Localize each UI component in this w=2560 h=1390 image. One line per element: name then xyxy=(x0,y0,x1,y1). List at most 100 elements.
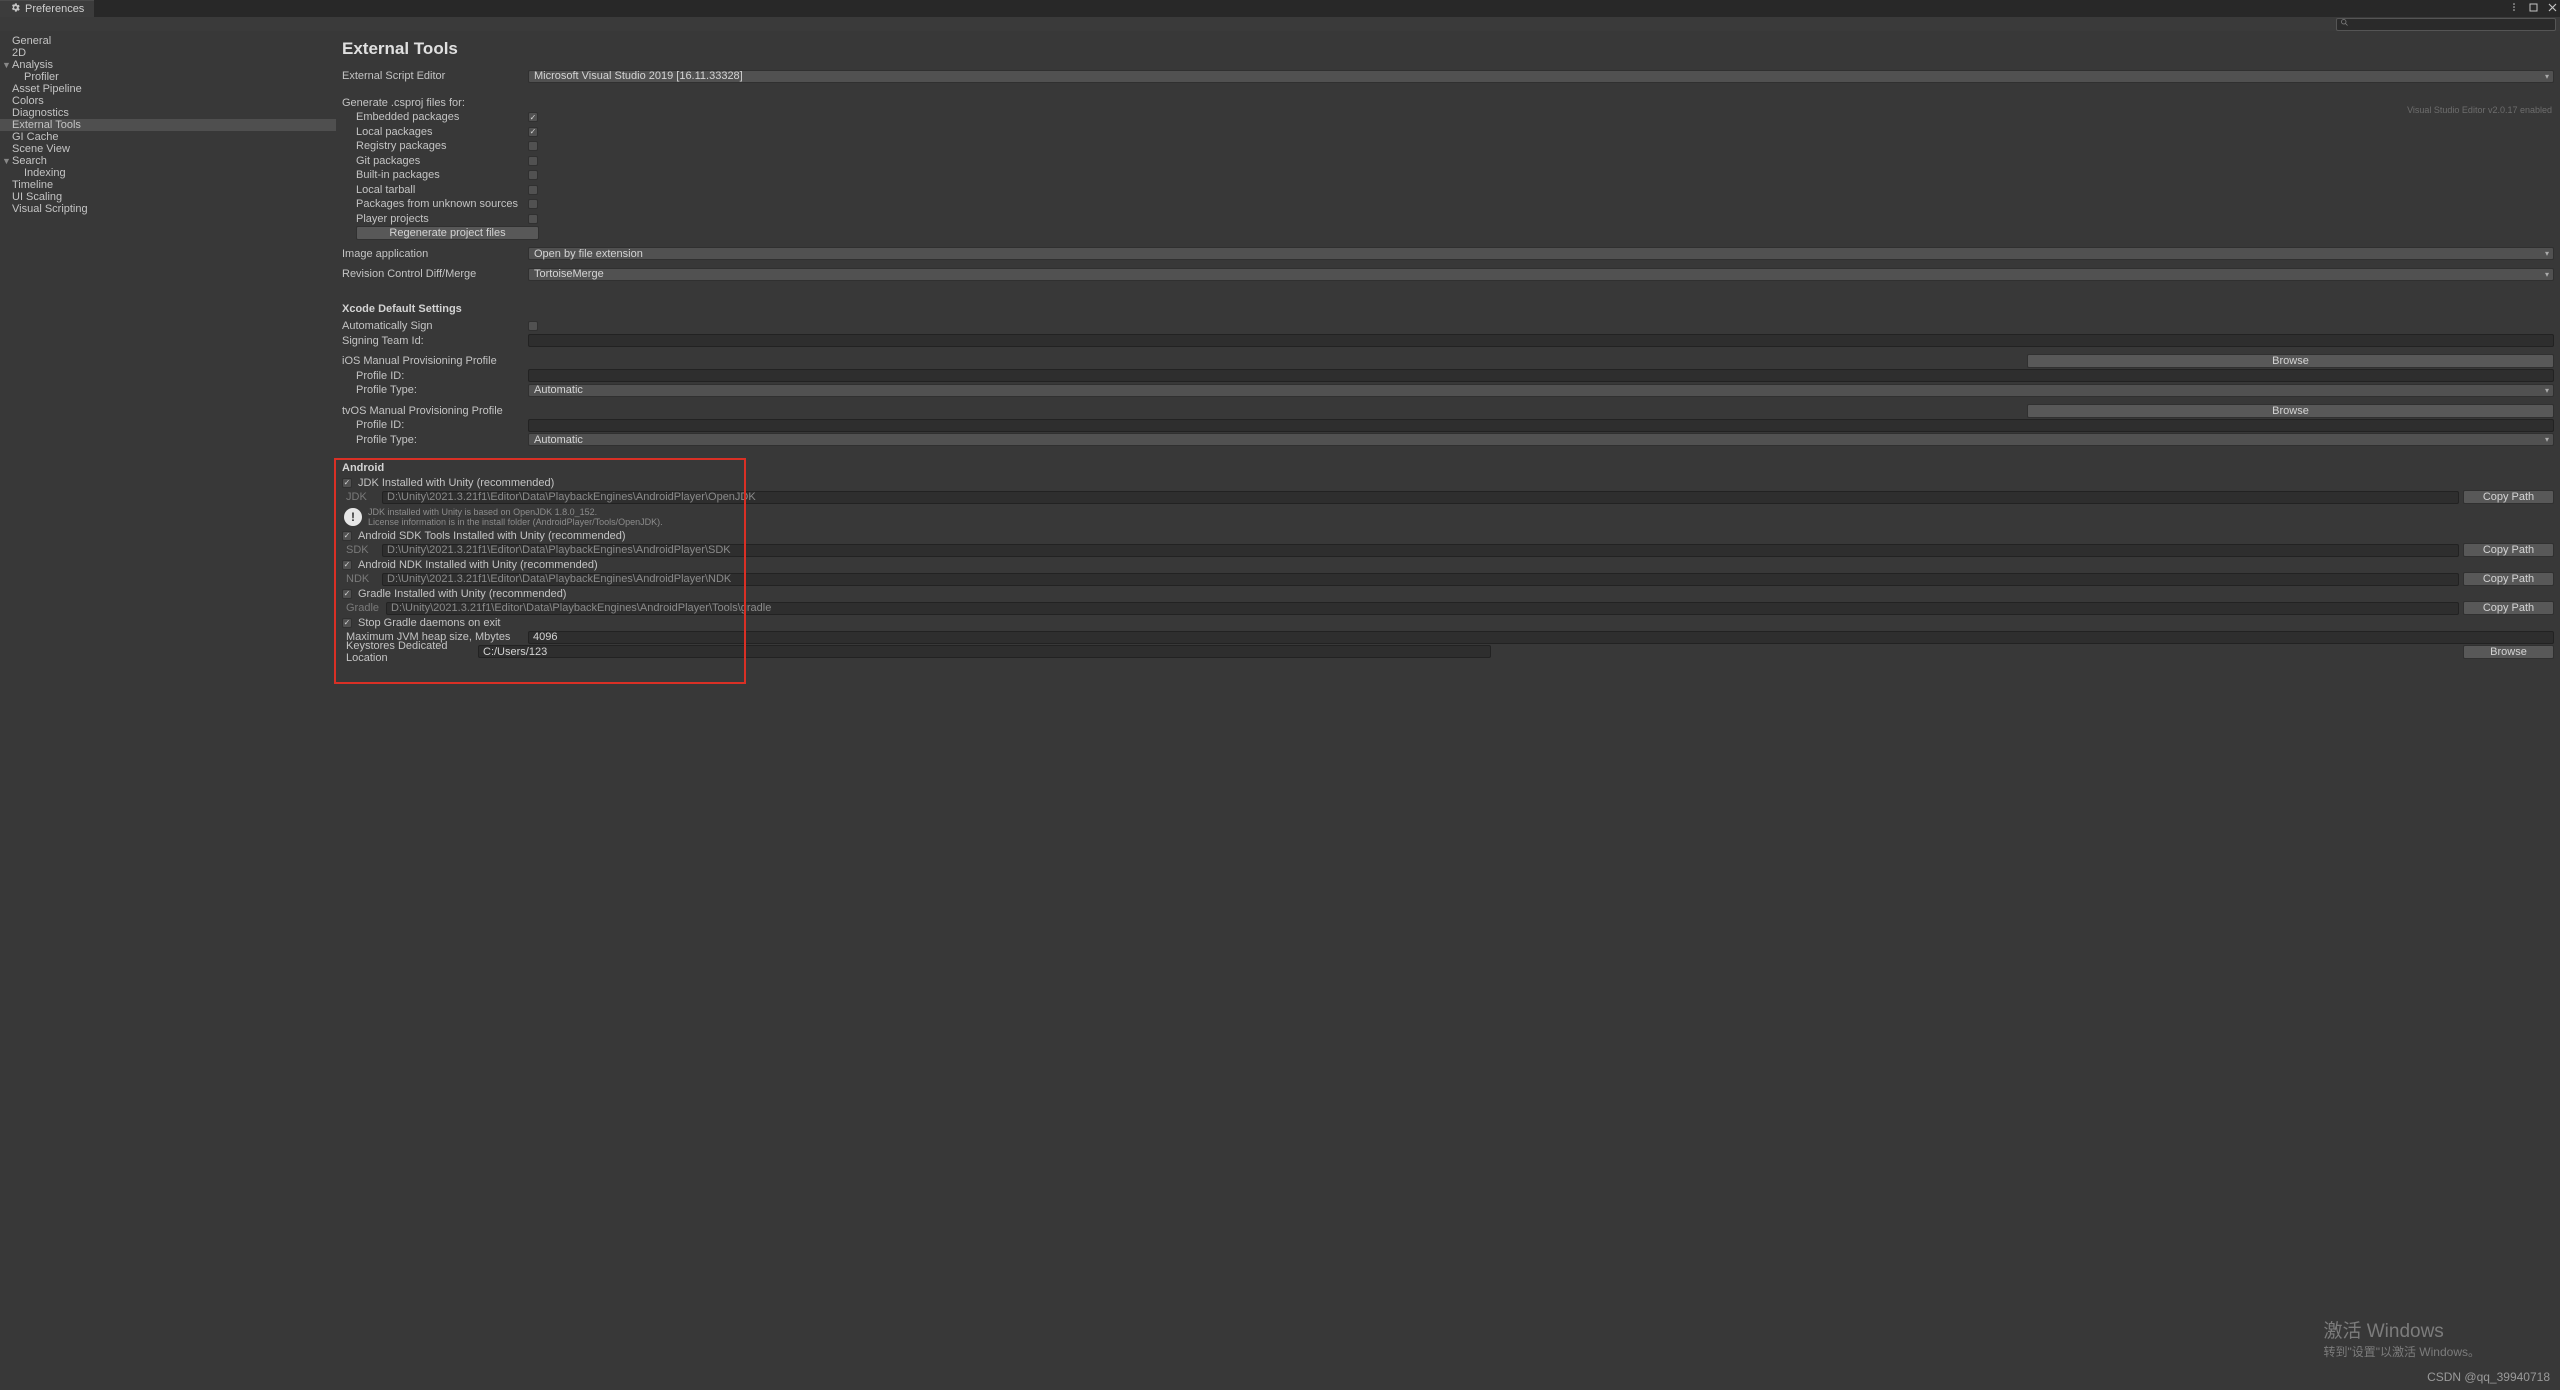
regenerate-project-files-button[interactable]: Regenerate project files xyxy=(356,226,539,240)
dropdown-script-editor[interactable]: Microsoft Visual Studio 2019 [16.11.3332… xyxy=(528,70,2554,83)
sidebar-item-label: External Tools xyxy=(12,119,81,131)
sidebar-item-profiler[interactable]: Profiler xyxy=(0,71,336,83)
windows-activation-watermark: 激活 Windows 转到"设置"以激活 Windows。 xyxy=(2323,1316,2480,1360)
checkbox-jdk[interactable]: ✓ xyxy=(342,478,352,488)
sidebar-item-label: Colors xyxy=(12,95,44,107)
label-ios-profile-type: Profile Type: xyxy=(342,384,528,396)
sidebar-item-indexing[interactable]: Indexing xyxy=(0,167,336,179)
sidebar-item-gi-cache[interactable]: GI Cache xyxy=(0,131,336,143)
jdk-info-line2: License information is in the install fo… xyxy=(368,517,663,527)
label-sdk: SDK xyxy=(342,544,382,556)
sidebar-item-asset-pipeline[interactable]: Asset Pipeline xyxy=(0,83,336,95)
dropdown-diffmerge[interactable]: TortoiseMerge ▾ xyxy=(528,268,2554,281)
field-gradle-path: D:\Unity\2021.3.21f1\Editor\Data\Playbac… xyxy=(386,602,2459,615)
dropdown-image-app[interactable]: Open by file extension ▾ xyxy=(528,247,2554,260)
field-tvos-profile-id[interactable] xyxy=(528,419,2554,432)
sidebar-item-label: 2D xyxy=(12,47,26,59)
checkbox-stop-daemons[interactable]: ✓ xyxy=(342,618,352,628)
checkbox-gradle[interactable]: ✓ xyxy=(342,589,352,599)
field-jdk-path: D:\Unity\2021.3.21f1\Editor\Data\Playbac… xyxy=(382,491,2459,504)
page-title: External Tools xyxy=(342,39,2554,59)
dropdown-value: Microsoft Visual Studio 2019 [16.11.3332… xyxy=(534,70,743,82)
browse-ios-button[interactable]: Browse xyxy=(2027,354,2554,368)
browse-tvos-button[interactable]: Browse xyxy=(2027,404,2554,418)
field-keystore[interactable]: C:/Users/123 xyxy=(478,645,1491,658)
chevron-down-icon: ▾ xyxy=(2545,270,2549,279)
label-jdk: JDK xyxy=(342,491,382,503)
label-csproj-header: Generate .csproj files for: xyxy=(342,97,528,109)
sidebar-item-external-tools[interactable]: External Tools xyxy=(0,119,336,131)
browse-keystore-button[interactable]: Browse xyxy=(2463,645,2554,659)
label-tvos-profile-id: Profile ID: xyxy=(342,419,528,431)
label-csproj-1: Local packages xyxy=(342,126,528,138)
tab-label: Preferences xyxy=(25,3,84,15)
label-diffmerge: Revision Control Diff/Merge xyxy=(342,268,528,280)
checkbox-csproj-5[interactable] xyxy=(528,185,538,195)
search-input[interactable] xyxy=(2336,18,2556,31)
dropdown-value: Automatic xyxy=(534,384,583,396)
label-jdk-chk: JDK Installed with Unity (recommended) xyxy=(358,477,554,489)
editor-note: Visual Studio Editor v2.0.17 enabled xyxy=(2407,105,2552,115)
sidebar-item-label: Diagnostics xyxy=(12,107,69,119)
sidebar-item-label: General xyxy=(12,35,51,47)
sidebar-item-2d[interactable]: 2D xyxy=(0,47,336,59)
checkbox-csproj-6[interactable] xyxy=(528,199,538,209)
label-gradle: Gradle xyxy=(342,602,386,614)
label-csproj-0: Embedded packages xyxy=(342,111,528,123)
android-section-header: Android xyxy=(342,462,384,474)
chevron-down-icon: ▾ xyxy=(2545,249,2549,258)
dropdown-ios-profile-type[interactable]: Automatic ▾ xyxy=(528,384,2554,397)
field-sdk-path: D:\Unity\2021.3.21f1\Editor\Data\Playbac… xyxy=(382,544,2459,557)
label-ios-profile-id: Profile ID: xyxy=(342,370,528,382)
sidebar-item-general[interactable]: General xyxy=(0,35,336,47)
ios-prov-header: iOS Manual Provisioning Profile xyxy=(342,355,497,367)
window-more-icon[interactable] xyxy=(2506,0,2522,14)
dropdown-tvos-profile-type[interactable]: Automatic ▾ xyxy=(528,433,2554,446)
sidebar-item-visual-scripting[interactable]: Visual Scripting xyxy=(0,203,336,215)
input-team-id[interactable] xyxy=(528,334,2554,347)
window-maximize-icon[interactable] xyxy=(2525,0,2541,14)
label-ndk-chk: Android NDK Installed with Unity (recomm… xyxy=(358,559,598,571)
sidebar-item-label: Search xyxy=(12,155,47,167)
sidebar-item-ui-scaling[interactable]: UI Scaling xyxy=(0,191,336,203)
sidebar-item-timeline[interactable]: Timeline xyxy=(0,179,336,191)
field-jvm-heap[interactable]: 4096 xyxy=(528,631,2554,644)
sidebar-item-label: Scene View xyxy=(12,143,70,155)
chevron-down-icon: ▾ xyxy=(2545,72,2549,81)
search-icon xyxy=(2340,18,2349,30)
sidebar-item-diagnostics[interactable]: Diagnostics xyxy=(0,107,336,119)
preferences-main: External Tools Visual Studio Editor v2.0… xyxy=(336,31,2560,1390)
copy-path-ndk-button[interactable]: Copy Path xyxy=(2463,572,2554,586)
preferences-sidebar: General2D▼AnalysisProfilerAsset Pipeline… xyxy=(0,31,336,1390)
checkbox-ndk[interactable]: ✓ xyxy=(342,560,352,570)
checkbox-csproj-3[interactable] xyxy=(528,156,538,166)
dropdown-value: TortoiseMerge xyxy=(534,268,604,280)
checkbox-sdk[interactable]: ✓ xyxy=(342,531,352,541)
label-csproj-2: Registry packages xyxy=(342,140,528,152)
copy-path-jdk-button[interactable]: Copy Path xyxy=(2463,490,2554,504)
label-tvos-profile-type: Profile Type: xyxy=(342,434,528,446)
field-ndk-path: D:\Unity\2021.3.21f1\Editor\Data\Playbac… xyxy=(382,573,2459,586)
sidebar-item-search[interactable]: ▼Search xyxy=(0,155,336,167)
sidebar-item-scene-view[interactable]: Scene View xyxy=(0,143,336,155)
sidebar-item-label: Visual Scripting xyxy=(12,203,88,215)
label-keystore: Keystores Dedicated Location xyxy=(342,640,478,664)
chevron-down-icon: ▾ xyxy=(2545,435,2549,444)
sidebar-item-analysis[interactable]: ▼Analysis xyxy=(0,59,336,71)
checkbox-csproj-2[interactable] xyxy=(528,141,538,151)
tab-preferences[interactable]: Preferences xyxy=(0,0,94,17)
label-team-id: Signing Team Id: xyxy=(342,335,528,347)
sidebar-item-colors[interactable]: Colors xyxy=(0,95,336,107)
checkbox-csproj-4[interactable] xyxy=(528,170,538,180)
field-ios-profile-id[interactable] xyxy=(528,369,2554,382)
label-csproj-5: Local tarball xyxy=(342,184,528,196)
xcode-section-header: Xcode Default Settings xyxy=(342,303,462,315)
checkbox-auto-sign[interactable] xyxy=(528,321,538,331)
copy-path-gradle-button[interactable]: Copy Path xyxy=(2463,601,2554,615)
checkbox-csproj-1[interactable]: ✓ xyxy=(528,127,538,137)
copy-path-sdk-button[interactable]: Copy Path xyxy=(2463,543,2554,557)
dropdown-value: Automatic xyxy=(534,434,583,446)
window-close-icon[interactable] xyxy=(2544,0,2560,14)
checkbox-csproj-0[interactable]: ✓ xyxy=(528,112,538,122)
checkbox-csproj-7[interactable] xyxy=(528,214,538,224)
